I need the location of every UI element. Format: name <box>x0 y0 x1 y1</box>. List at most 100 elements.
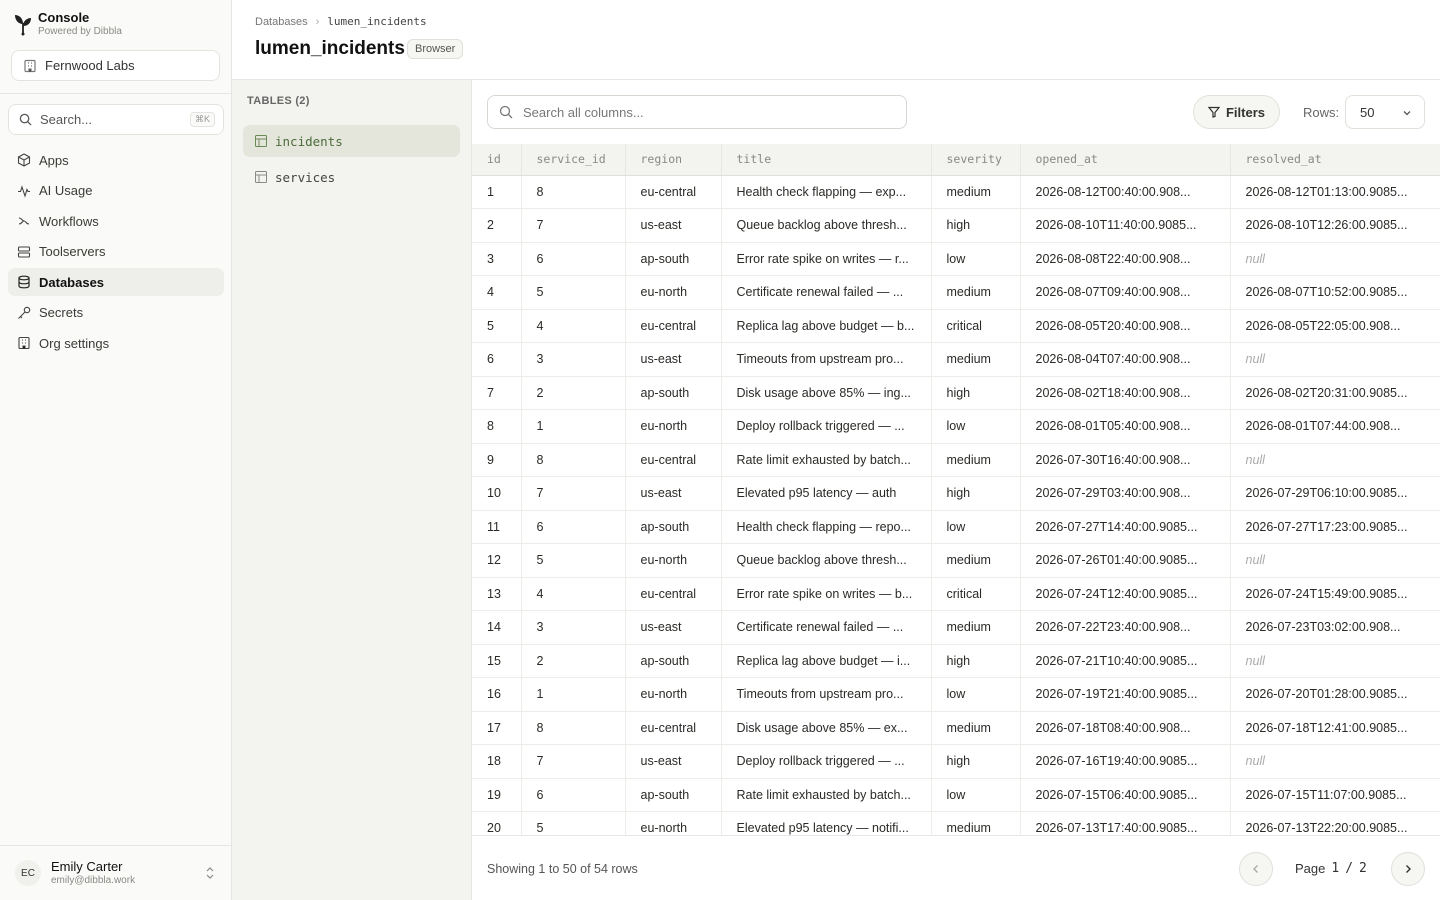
table-row[interactable]: 12 5 eu-north Queue backlog above thresh...… <box>472 543 1440 578</box>
cell-service-id[interactable]: 5 <box>521 543 626 578</box>
cell-opened-at[interactable]: 2026-07-24T12:40:00.9085... <box>1020 577 1231 611</box>
cell-resolved-at[interactable]: null <box>1230 443 1440 477</box>
table-row[interactable]: 10 7 us-east Elevated p95 latency — auth hig… <box>472 476 1440 511</box>
cell-region[interactable]: eu-north <box>625 409 722 444</box>
cell-region[interactable]: us-east <box>625 342 722 377</box>
table-row[interactable]: 18 7 us-east Deploy rollback triggered — ..… <box>472 744 1440 779</box>
cell-opened-at[interactable]: 2026-07-13T17:40:00.9085... <box>1020 811 1231 835</box>
cell-service-id[interactable]: 2 <box>521 644 626 678</box>
cell-service-id[interactable]: 8 <box>521 443 626 477</box>
cell-id[interactable]: 11 <box>472 510 522 544</box>
cell-service-id[interactable]: 7 <box>521 476 626 511</box>
cell-title[interactable]: Certificate renewal failed — ... <box>721 610 932 645</box>
brand[interactable]: Console Powered by Dibbla <box>14 10 122 38</box>
cell-title[interactable]: Queue backlog above thresh... <box>721 543 932 578</box>
cell-opened-at[interactable]: 2026-08-01T05:40:00.908... <box>1020 409 1231 444</box>
cell-id[interactable]: 17 <box>472 711 522 745</box>
table-row[interactable]: 17 8 eu-central Disk usage above 85% — ex..… <box>472 711 1440 745</box>
cell-id[interactable]: 4 <box>472 275 522 310</box>
column-header-opened-at[interactable]: opened_at <box>1020 144 1231 176</box>
cell-opened-at[interactable]: 2026-07-15T06:40:00.9085... <box>1020 778 1231 812</box>
cell-resolved-at[interactable]: 2026-07-24T15:49:00.9085... <box>1230 577 1440 611</box>
cell-id[interactable]: 2 <box>472 208 522 243</box>
column-header-id[interactable]: id <box>472 144 522 176</box>
table-item-services[interactable]: services <box>243 161 460 193</box>
user-menu[interactable]: EC Emily Carter emily@dibbla.work <box>0 845 232 900</box>
table-row[interactable]: 4 5 eu-north Certificate renewal failed — .… <box>472 275 1440 310</box>
column-header-region[interactable]: region <box>625 144 722 176</box>
cell-region[interactable]: ap-south <box>625 644 722 678</box>
filters-button[interactable]: Filters <box>1193 95 1280 129</box>
table-row[interactable]: 20 5 eu-north Elevated p95 latency — notifi… <box>472 811 1440 835</box>
cell-title[interactable]: Queue backlog above thresh... <box>721 208 932 243</box>
table-item-incidents[interactable]: incidents <box>243 125 460 157</box>
table-row[interactable]: 7 2 ap-south Disk usage above 85% — ing... h… <box>472 376 1440 410</box>
cell-region[interactable]: us-east <box>625 208 722 243</box>
cell-resolved-at[interactable]: 2026-07-29T06:10:00.9085... <box>1230 476 1440 511</box>
cell-severity[interactable]: medium <box>931 711 1021 745</box>
cell-region[interactable]: us-east <box>625 476 722 511</box>
cell-region[interactable]: eu-north <box>625 811 722 835</box>
cell-resolved-at[interactable]: null <box>1230 543 1440 578</box>
next-page-button[interactable] <box>1391 852 1425 886</box>
cell-opened-at[interactable]: 2026-07-27T14:40:00.9085... <box>1020 510 1231 544</box>
sidebar-item-apps[interactable]: Apps <box>8 146 224 174</box>
cell-title[interactable]: Timeouts from upstream pro... <box>721 342 932 377</box>
cell-id[interactable]: 19 <box>472 778 522 812</box>
sidebar-item-ai-usage[interactable]: AI Usage <box>8 177 224 205</box>
cell-region[interactable]: ap-south <box>625 242 722 276</box>
table-row[interactable]: 5 4 eu-central Replica lag above budget — b… <box>472 309 1440 343</box>
table-row[interactable]: 1 8 eu-central Health check flapping — exp.… <box>472 175 1440 209</box>
cell-severity[interactable]: medium <box>931 543 1021 578</box>
cell-id[interactable]: 8 <box>472 409 522 444</box>
table-row[interactable]: 19 6 ap-south Rate limit exhausted by batch… <box>472 778 1440 812</box>
cell-region[interactable]: eu-north <box>625 677 722 712</box>
table-row[interactable]: 9 8 eu-central Rate limit exhausted by batc… <box>472 443 1440 477</box>
org-switcher[interactable]: Fernwood Labs <box>11 50 220 81</box>
cell-severity[interactable]: low <box>931 409 1021 444</box>
cell-resolved-at[interactable]: 2026-08-07T10:52:00.9085... <box>1230 275 1440 310</box>
cell-severity[interactable]: medium <box>931 811 1021 835</box>
cell-region[interactable]: eu-central <box>625 577 722 611</box>
cell-id[interactable]: 3 <box>472 242 522 276</box>
cell-severity[interactable]: low <box>931 242 1021 276</box>
cell-resolved-at[interactable]: 2026-08-10T12:26:00.9085... <box>1230 208 1440 243</box>
sidebar-item-org-settings[interactable]: Org settings <box>8 329 224 357</box>
sidebar-item-workflows[interactable]: Workflows <box>8 207 224 235</box>
cell-title[interactable]: Error rate spike on writes — r... <box>721 242 932 276</box>
cell-region[interactable]: ap-south <box>625 510 722 544</box>
table-row[interactable]: 3 6 ap-south Error rate spike on writes — r… <box>472 242 1440 276</box>
cell-severity[interactable]: medium <box>931 610 1021 645</box>
cell-opened-at[interactable]: 2026-08-12T00:40:00.908... <box>1020 175 1231 209</box>
cell-severity[interactable]: high <box>931 744 1021 779</box>
cell-resolved-at[interactable]: 2026-07-18T12:41:00.9085... <box>1230 711 1440 745</box>
cell-region[interactable]: us-east <box>625 744 722 779</box>
cell-severity[interactable]: high <box>931 208 1021 243</box>
cell-opened-at[interactable]: 2026-08-02T18:40:00.908... <box>1020 376 1231 410</box>
cell-severity[interactable]: low <box>931 778 1021 812</box>
cell-severity[interactable]: low <box>931 677 1021 712</box>
cell-region[interactable]: eu-north <box>625 543 722 578</box>
cell-title[interactable]: Deploy rollback triggered — ... <box>721 409 932 444</box>
cell-opened-at[interactable]: 2026-07-29T03:40:00.908... <box>1020 476 1231 511</box>
cell-opened-at[interactable]: 2026-08-07T09:40:00.908... <box>1020 275 1231 310</box>
cell-title[interactable]: Disk usage above 85% — ex... <box>721 711 932 745</box>
cell-region[interactable]: eu-north <box>625 275 722 310</box>
breadcrumb-databases[interactable]: Databases <box>255 16 308 28</box>
cell-resolved-at[interactable]: 2026-07-23T03:02:00.908... <box>1230 610 1440 645</box>
cell-region[interactable]: ap-south <box>625 778 722 812</box>
cell-opened-at[interactable]: 2026-07-16T19:40:00.9085... <box>1020 744 1231 779</box>
cell-service-id[interactable]: 4 <box>521 309 626 343</box>
cell-region[interactable]: eu-central <box>625 175 722 209</box>
cell-resolved-at[interactable]: null <box>1230 342 1440 377</box>
cell-severity[interactable]: high <box>931 644 1021 678</box>
table-row[interactable]: 8 1 eu-north Deploy rollback triggered — ..… <box>472 409 1440 444</box>
cell-service-id[interactable]: 3 <box>521 610 626 645</box>
cell-region[interactable]: eu-central <box>625 711 722 745</box>
cell-region[interactable]: eu-central <box>625 309 722 343</box>
sidebar-item-toolservers[interactable]: Toolservers <box>8 238 224 266</box>
cell-resolved-at[interactable]: 2026-08-01T07:44:00.908... <box>1230 409 1440 444</box>
table-row[interactable]: 14 3 us-east Certificate renewal failed — .… <box>472 610 1440 645</box>
table-row[interactable]: 15 2 ap-south Replica lag above budget — i.… <box>472 644 1440 678</box>
cell-id[interactable]: 10 <box>472 476 522 511</box>
